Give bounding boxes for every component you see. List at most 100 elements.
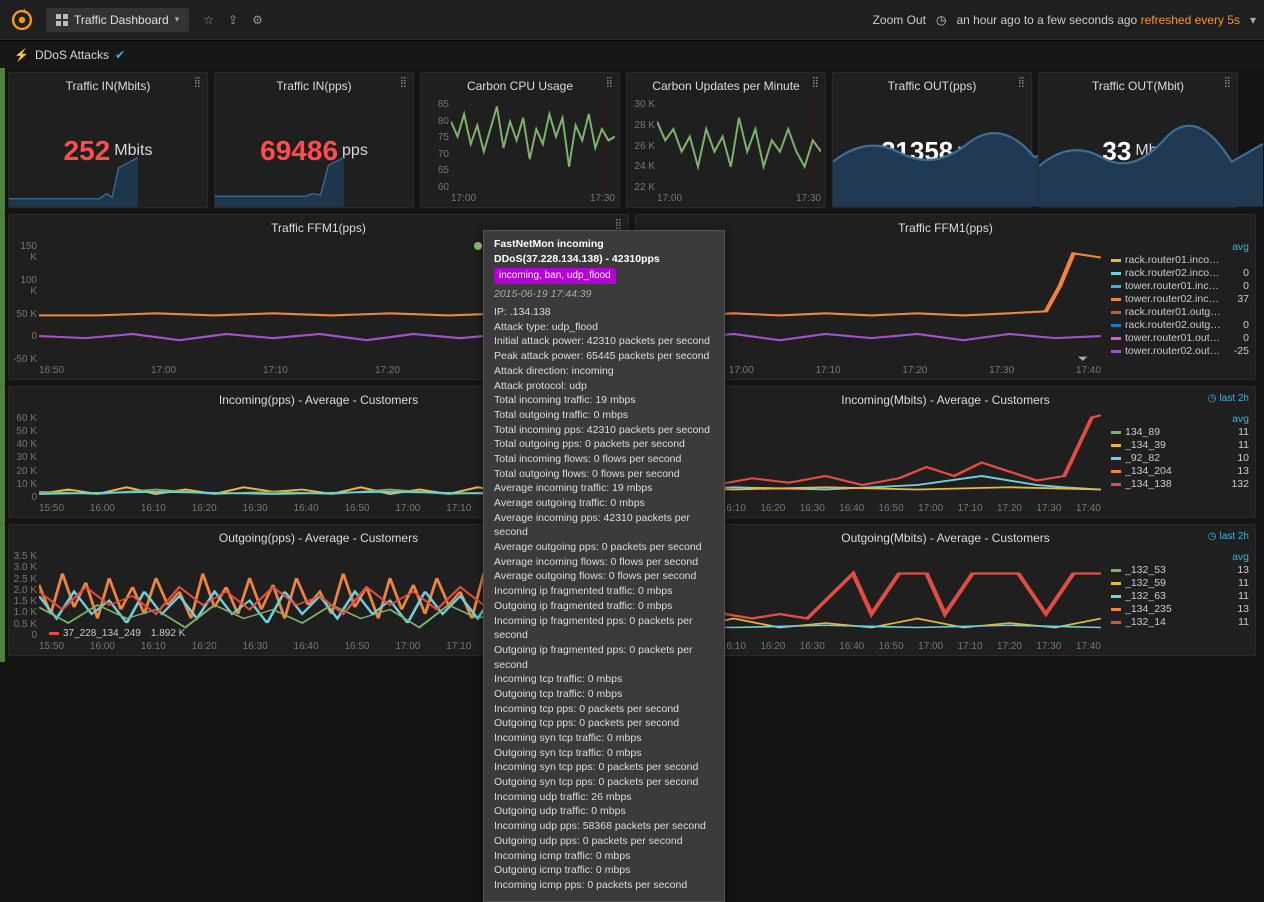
axis-tick: 100 K [11,275,37,297]
axis-tick: 50 K [11,426,37,437]
panel-title: Incoming(Mbits) - Average - Customers [636,387,1255,409]
axis-tick: 17:20 [902,365,927,379]
panel-outgoing-mbits[interactable]: ◷last 2h Outgoing(Mbits) - Average - Cus… [635,524,1256,656]
legend-item[interactable]: 134_89 11 [1111,426,1249,438]
axis-tick: 17:10 [958,503,983,517]
tooltip-line: Incoming icmp pps: 0 packets per second [494,878,714,893]
dashboard-title: Traffic Dashboard [74,13,169,27]
legend-swatch [1111,259,1121,262]
legend-item[interactable]: _132_14 11 [1111,616,1249,628]
panel-menu-icon[interactable]: ⣿ [812,77,819,88]
tooltip-line: Incoming syn tcp traffic: 0 mbps [494,731,714,746]
svg-text:▾: ▾ [1078,354,1087,363]
panel-carbon-updates[interactable]: ⣿ Carbon Updates per Minute 30 K28 K26 K… [626,72,826,208]
legend-item[interactable]: tower.router01.incoming 0 [1111,280,1249,292]
legend-item[interactable]: rack.router02.incoming 0 [1111,267,1249,279]
legend-item[interactable]: _132_53 13 [1111,564,1249,576]
top-nav: Traffic Dashboard ▾ ☆ ⇪ ⚙ Zoom Out ◷ an … [0,0,1264,40]
panel-menu-icon[interactable]: ⣿ [400,77,407,88]
tooltip-line: IP: .134.138 [494,305,714,320]
tooltip-line: Incoming ip fragmented traffic: 0 mbps [494,584,714,599]
panel-menu-icon[interactable]: ⣿ [1224,77,1231,88]
legend-header: avg [1232,241,1249,253]
legend-item[interactable]: tower.router02.outgoing -25 [1111,345,1249,357]
legend-item[interactable]: tower.router02.incoming 37 [1111,293,1249,305]
panel-menu-icon[interactable]: ⣿ [615,219,622,230]
panel-carbon-cpu[interactable]: ⣿ Carbon CPU Usage 858075706560 17:0017:… [420,72,620,208]
chart-area [657,99,821,193]
legend: avg _132_53 13 _132_59 11 _132_63 11 _13… [1105,547,1255,655]
row-header[interactable]: ⚡ DDoS Attacks ✔ [0,40,1264,68]
grid-icon [56,14,68,26]
tooltip-line: Outgoing syn tcp pps: 0 packets per seco… [494,775,714,790]
panel-traffic-out-mbit[interactable]: ⣿ Traffic OUT(Mbit) 33 Mbits [1038,72,1238,208]
legend-item[interactable]: _92_82 10 [1111,452,1249,464]
tooltip-line: Total incoming traffic: 19 mbps [494,393,714,408]
zoom-out-button[interactable]: Zoom Out [873,13,926,27]
refresh-interval-label[interactable]: refreshed every 5s [1141,13,1240,27]
row-handle[interactable] [0,524,5,662]
time-override-button[interactable]: ◷last 2h [1208,531,1249,542]
panel-menu-icon[interactable]: ⣿ [1018,77,1025,88]
dashboard-picker-button[interactable]: Traffic Dashboard ▾ [46,8,189,32]
legend-item[interactable]: rack.router02.outgoing 0 [1111,319,1249,331]
legend-item[interactable]: _132_59 11 [1111,577,1249,589]
legend-name: _132_53 [1125,564,1223,576]
settings-gear-icon[interactable]: ⚙ [252,13,263,27]
tooltip-line: Outgoing ip fragmented pps: 0 packets pe… [494,643,714,672]
row-title: DDoS Attacks [35,48,109,62]
legend-swatch [1111,298,1121,301]
time-override-button[interactable]: ◷last 2h [1208,393,1249,404]
axis-tick: 3.0 K [11,562,37,573]
top-icon-bar: ☆ ⇪ ⚙ [203,13,263,27]
row-handle[interactable] [0,214,5,386]
legend-swatch [1111,483,1121,486]
axis-tick: 16:50 [344,503,369,517]
panel-traffic-out-pps[interactable]: ⣿ Traffic OUT(pps) 21358 pps [832,72,1032,208]
legend-item[interactable]: rack.router01.incoming [1111,254,1249,266]
legend-value: 11 [1227,590,1249,602]
tooltip-line: Incoming udp traffic: 26 mbps [494,790,714,805]
legend-name: rack.router01.outgoing [1125,306,1223,318]
row-handle[interactable] [0,68,5,214]
chevron-down-icon[interactable]: ▾ [1250,13,1256,27]
y-axis: 30 K28 K26 K24 K22 K [629,99,655,193]
axis-tick: 60 [423,182,449,193]
axis-tick: 85 [423,99,449,110]
legend-item[interactable]: _134_235 13 [1111,603,1249,615]
panel-title: Carbon Updates per Minute [627,73,825,95]
legend-item[interactable]: _134_138 132 [1111,478,1249,490]
grafana-logo-icon[interactable] [8,6,36,34]
panel-ffm-right[interactable]: Traffic FFM1(pps) ▾ 16:5017:0017:1017:20… [635,214,1256,380]
share-icon[interactable]: ⇪ [228,13,238,27]
panel-traffic-in-pps[interactable]: ⣿ Traffic IN(pps) 69486 pps [214,72,414,208]
legend-item[interactable]: _132_63 11 [1111,590,1249,602]
legend-item[interactable]: rack.router01.outgoing [1111,306,1249,318]
time-range-label[interactable]: an hour ago to a few seconds ago [956,13,1137,27]
tooltip-line: Incoming syn tcp pps: 0 packets per seco… [494,760,714,775]
panel-incoming-mbits[interactable]: ◷last 2h Incoming(Mbits) - Average - Cus… [635,386,1256,518]
panel-menu-icon[interactable]: ⣿ [194,77,201,88]
tooltip-line: Average outgoing pps: 0 packets per seco… [494,540,714,555]
panel-traffic-in-mbits[interactable]: ⣿ Traffic IN(Mbits) 252 Mbits [8,72,208,208]
legend-item[interactable]: _134_39 11 [1111,439,1249,451]
legend-item[interactable]: _134_204 13 [1111,465,1249,477]
legend-item[interactable]: tower.router01.outgoing 0 [1111,332,1249,344]
panel-title: Traffic OUT(Mbit) [1039,73,1237,95]
legend-item[interactable]: 37_228_134_249 1.892 K [49,628,185,639]
axis-tick: 10 K [11,479,37,490]
row-handle[interactable] [0,386,5,524]
panel-menu-icon[interactable]: ⣿ [606,77,613,88]
tooltip-line: Incoming tcp traffic: 0 mbps [494,672,714,687]
legend-name: rack.router02.outgoing [1125,319,1223,331]
legend-swatch [1111,311,1121,314]
axis-tick: 2.5 K [11,574,37,585]
legend-name: tower.router02.outgoing [1125,345,1223,357]
star-icon[interactable]: ☆ [203,13,214,27]
tooltip-line: Outgoing ip fragmented traffic: 0 mbps [494,599,714,614]
tooltip-line: Peak attack power: 65445 packets per sec… [494,349,714,364]
legend-name: _134_138 [1125,478,1223,490]
y-axis: 60 K50 K40 K30 K20 K10 K0 [11,413,37,503]
axis-tick: 17:40 [1076,503,1101,517]
axis-tick: 75 [423,132,449,143]
